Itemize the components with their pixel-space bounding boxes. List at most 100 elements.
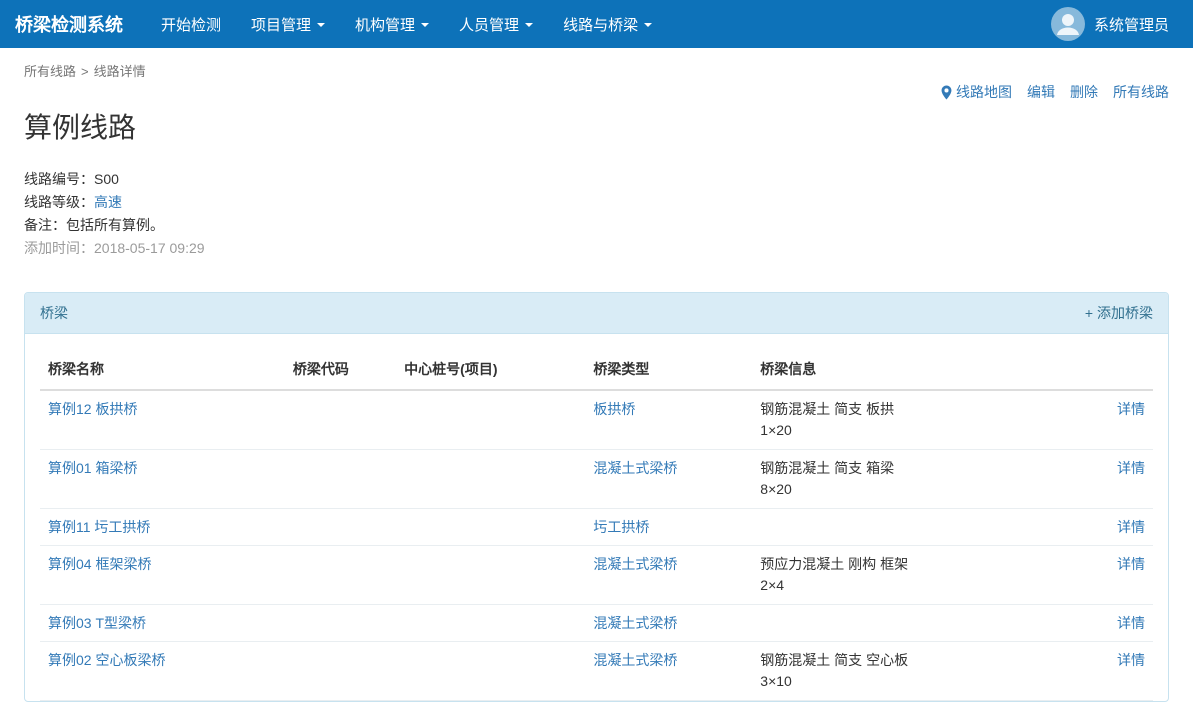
center-stake-cell (396, 509, 585, 546)
top-navbar: 桥梁检测系统 开始检测 项目管理 机构管理 人员管理 线路与桥梁 系统管理员 (0, 0, 1193, 48)
nav-item-label: 机构管理 (355, 14, 415, 35)
nav-item-label: 人员管理 (459, 14, 519, 35)
bridge-info-line1: 预应力混凝土 刚构 框架 (760, 554, 1067, 575)
center-stake-cell (396, 390, 585, 450)
header-center-stake: 中心桩号(项目) (396, 349, 585, 390)
bridge-info-line2: 8×20 (760, 479, 1067, 500)
breadcrumb-all-lines[interactable]: 所有线路 (24, 64, 76, 79)
detail-link[interactable]: 详情 (1117, 519, 1145, 535)
bridge-info-cell: 预应力混凝土 刚构 框架 2×4 (752, 546, 1075, 605)
remark-label: 备注： (24, 217, 66, 233)
bridge-name-link[interactable]: 算例11 圬工拱桥 (48, 519, 150, 535)
bridge-info-line2: 2×4 (760, 575, 1067, 596)
bridge-info-line2: 1×20 (760, 420, 1067, 441)
bridges-panel-body: 桥梁名称 桥梁代码 中心桩号(项目) 桥梁类型 桥梁信息 算例12 板拱桥 板拱… (25, 334, 1168, 701)
bridge-info-cell: 钢筋混凝土 简支 空心板 3×10 (752, 642, 1075, 701)
bridge-type-link[interactable]: 混凝土式梁桥 (593, 652, 677, 668)
line-map-link[interactable]: 线路地图 (940, 82, 1012, 102)
user-menu[interactable]: 系统管理员 (1051, 7, 1169, 41)
all-lines-link[interactable]: 所有线路 (1113, 82, 1169, 102)
bridge-type-link[interactable]: 板拱桥 (593, 401, 635, 417)
breadcrumb-current: 线路详情 (94, 64, 146, 79)
nav-item-start-inspection[interactable]: 开始检测 (161, 14, 221, 35)
breadcrumb-separator: > (81, 64, 89, 79)
line-map-label: 线路地图 (956, 82, 1012, 102)
line-actions: 线路地图 编辑 删除 所有线路 (24, 82, 1169, 102)
bridge-info-cell: 钢筋混凝土 简支 板拱 1×20 (752, 390, 1075, 450)
bridge-name-link[interactable]: 算例01 箱梁桥 (48, 460, 137, 476)
bridge-name-link[interactable]: 算例04 框架梁桥 (48, 556, 151, 572)
delete-link[interactable]: 删除 (1070, 82, 1098, 102)
detail-link[interactable]: 详情 (1117, 401, 1145, 417)
header-bridge-code: 桥梁代码 (285, 349, 396, 390)
center-stake-cell (396, 450, 585, 509)
nav-item-project-management[interactable]: 项目管理 (251, 14, 325, 35)
bridges-panel: 桥梁 + 添加桥梁 桥梁名称 桥梁代码 中心桩号(项目) 桥梁类型 桥梁信息 (24, 292, 1169, 702)
bridge-info-cell: 钢筋混凝土 简支 箱梁 8×20 (752, 450, 1075, 509)
bridge-info-cell (752, 509, 1075, 546)
app-brand[interactable]: 桥梁检测系统 (15, 11, 123, 37)
nav-item-lines-and-bridges[interactable]: 线路与桥梁 (563, 14, 652, 35)
bridge-name-link[interactable]: 算例12 板拱桥 (48, 401, 137, 417)
detail-link[interactable]: 详情 (1117, 615, 1145, 631)
added-time-row: 添加时间：2018-05-17 09:29 (24, 237, 1169, 260)
bridge-code-cell (285, 642, 396, 701)
detail-link[interactable]: 详情 (1117, 460, 1145, 476)
header-detail (1075, 349, 1153, 390)
center-stake-cell (396, 546, 585, 605)
breadcrumb: 所有线路 > 线路详情 (24, 61, 1169, 80)
bridge-code-cell (285, 605, 396, 642)
bridge-type-link[interactable]: 圬工拱桥 (593, 519, 649, 535)
edit-link[interactable]: 编辑 (1027, 82, 1055, 102)
user-avatar-icon (1051, 7, 1085, 41)
center-stake-cell (396, 642, 585, 701)
bridge-info-cell (752, 605, 1075, 642)
bridge-info-line2: 3×10 (760, 671, 1067, 692)
bridge-info-line1: 钢筋混凝土 简支 板拱 (760, 399, 1067, 420)
table-row: 算例03 T型梁桥 混凝土式梁桥 详情 (40, 605, 1153, 642)
nav-item-label: 项目管理 (251, 14, 311, 35)
bridge-type-link[interactable]: 混凝土式梁桥 (593, 460, 677, 476)
added-time-label: 添加时间： (24, 240, 94, 256)
page-title: 算例线路 (24, 106, 1169, 146)
line-grade-value-link[interactable]: 高速 (94, 194, 122, 210)
table-row: 算例04 框架梁桥 混凝土式梁桥 预应力混凝土 刚构 框架 2×4 详情 (40, 546, 1153, 605)
add-bridge-button[interactable]: + 添加桥梁 (1085, 303, 1153, 323)
table-row: 算例01 箱梁桥 混凝土式梁桥 钢筋混凝土 简支 箱梁 8×20 详情 (40, 450, 1153, 509)
bridge-info-line1: 钢筋混凝土 简支 空心板 (760, 650, 1067, 671)
nav-item-label: 线路与桥梁 (563, 14, 638, 35)
table-row: 算例02 空心板梁桥 混凝土式梁桥 钢筋混凝土 简支 空心板 3×10 详情 (40, 642, 1153, 701)
remark-value: 包括所有算例。 (66, 217, 164, 233)
detail-link[interactable]: 详情 (1117, 556, 1145, 572)
bridges-table: 桥梁名称 桥梁代码 中心桩号(项目) 桥梁类型 桥梁信息 算例12 板拱桥 板拱… (40, 349, 1153, 701)
table-row: 算例12 板拱桥 板拱桥 钢筋混凝土 简支 板拱 1×20 详情 (40, 390, 1153, 450)
chevron-down-icon (525, 23, 533, 27)
bridge-type-link[interactable]: 混凝土式梁桥 (593, 556, 677, 572)
line-number-row: 线路编号：S00 (24, 168, 1169, 191)
panel-title: 桥梁 (40, 303, 68, 323)
chevron-down-icon (317, 23, 325, 27)
line-number-label: 线路编号： (24, 171, 94, 187)
chevron-down-icon (644, 23, 652, 27)
added-time-value: 2018-05-17 09:29 (94, 240, 205, 256)
user-name: 系统管理员 (1094, 14, 1169, 35)
bridge-code-cell (285, 390, 396, 450)
nav-item-label: 开始检测 (161, 14, 221, 35)
nav-item-personnel-management[interactable]: 人员管理 (459, 14, 533, 35)
line-grade-row: 线路等级：高速 (24, 191, 1169, 214)
bridge-code-cell (285, 546, 396, 605)
bridge-code-cell (285, 450, 396, 509)
chevron-down-icon (421, 23, 429, 27)
detail-link[interactable]: 详情 (1117, 652, 1145, 668)
nav-item-organization-management[interactable]: 机构管理 (355, 14, 429, 35)
bridge-type-link[interactable]: 混凝土式梁桥 (593, 615, 677, 631)
bridges-panel-header: 桥梁 + 添加桥梁 (25, 293, 1168, 334)
header-bridge-name: 桥梁名称 (40, 349, 285, 390)
center-stake-cell (396, 605, 585, 642)
line-grade-label: 线路等级： (24, 194, 94, 210)
bridge-name-link[interactable]: 算例03 T型梁桥 (48, 615, 146, 631)
line-number-value: S00 (94, 171, 119, 187)
bridge-name-link[interactable]: 算例02 空心板梁桥 (48, 652, 165, 668)
remark-row: 备注：包括所有算例。 (24, 214, 1169, 237)
map-pin-icon (940, 85, 953, 100)
